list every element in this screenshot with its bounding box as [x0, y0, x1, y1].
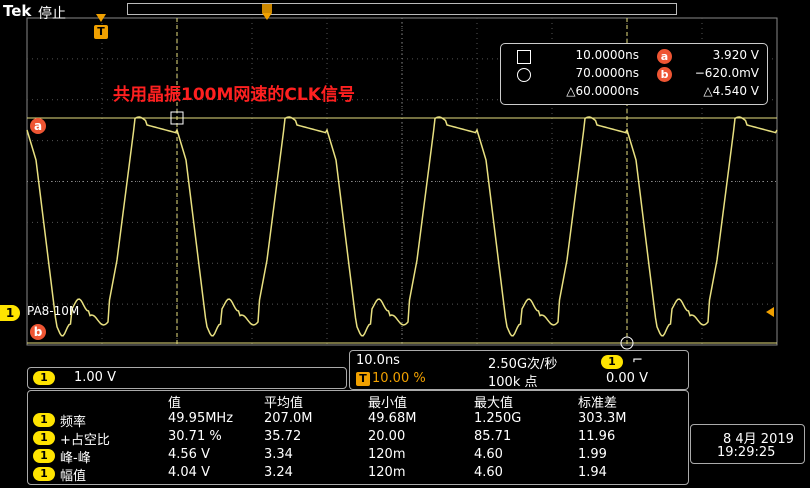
cursor-a-value: 3.920 V	[712, 48, 759, 62]
cursor-readout-panel: 10.0000ns a 3.920 V 70.0000ns b −620.0mV…	[500, 43, 768, 105]
trigger-position-arrow-icon	[262, 13, 272, 20]
trigger-source-badge: 1	[601, 355, 623, 369]
meas-header-min: 最小值	[368, 396, 408, 411]
meas-cell: 3.34	[264, 447, 293, 462]
time-value: 19:29:25	[717, 445, 776, 460]
meas-header-mean: 平均值	[264, 396, 304, 411]
meas-cell: 49.68M	[368, 411, 417, 426]
cursor-b-value: −620.0mV	[694, 66, 759, 80]
meas-cell: 1.94	[578, 465, 607, 480]
meas-cell: 11.96	[578, 429, 616, 444]
trigger-slope-icon: ⌐	[632, 353, 643, 368]
channel-1-ground-marker[interactable]: 1	[0, 305, 20, 321]
meas-cell: 1.99	[578, 447, 607, 462]
channel-1-badge: 1	[33, 371, 55, 385]
record-view-window[interactable]	[262, 4, 272, 13]
meas-row-ch-badge: 1	[33, 449, 55, 463]
screen-annotation: 共用晶振100M网速的CLK信号	[113, 85, 355, 105]
horizontal-trigger-panel[interactable]: 10.0ns 2.50G次/秒 1 ⌐ T 10.00 % 100k 点 0.0…	[349, 350, 689, 390]
cursor-b-badge: b	[657, 67, 672, 82]
trigger-level-value: 0.00 V	[606, 371, 648, 386]
meas-cell: 49.95MHz	[168, 411, 234, 426]
meas-cell: 30.71 %	[168, 429, 222, 444]
datetime-panel[interactable]: 8 4月 2019 19:29:25	[690, 424, 805, 464]
meas-cell: 207.0M	[264, 411, 313, 426]
cursor-a-time: 10.0000ns	[575, 48, 639, 62]
meas-row-name: 频率	[60, 415, 87, 430]
meas-cell: 4.04 V	[168, 465, 210, 480]
meas-cell: 303.3M	[578, 411, 627, 426]
cursor-delta-time: △60.0000ns	[566, 84, 639, 98]
trigger-arrow-icon	[96, 14, 106, 22]
trigger-marker-icon[interactable]: T	[94, 25, 108, 39]
channel-1-label: PA8-10M	[27, 304, 80, 318]
cursor-a-marker[interactable]: a	[30, 118, 46, 134]
square-icon	[517, 50, 531, 64]
meas-header-max: 最大值	[474, 396, 514, 411]
cursor-delta-value: △4.540 V	[703, 84, 759, 98]
trigger-level-arrow-icon[interactable]	[766, 307, 774, 317]
cursor-a-badge: a	[657, 49, 672, 64]
channel-1-scale: 1.00 V	[74, 370, 116, 385]
trigger-position-icon: T	[356, 372, 370, 386]
meas-cell: 4.56 V	[168, 447, 210, 462]
meas-row-name: 幅值	[60, 469, 87, 484]
meas-cell: 120m	[368, 447, 406, 462]
meas-cell: 3.24	[264, 465, 293, 480]
meas-row-ch-badge: 1	[33, 467, 55, 481]
meas-row-ch-badge: 1	[33, 431, 55, 445]
record-overview-bar	[127, 3, 677, 15]
timebase-value: 10.0ns	[356, 353, 400, 368]
meas-header-value: 值	[168, 396, 182, 411]
cursor-row-delta: △60.0000ns △4.540 V	[501, 84, 767, 101]
meas-cell: 35.72	[264, 429, 302, 444]
trigger-position-value: 10.00 %	[372, 371, 426, 386]
circle-icon	[517, 68, 531, 82]
cursor-b-marker[interactable]: b	[30, 324, 46, 340]
meas-row-name: 峰-峰	[60, 451, 91, 466]
meas-cell: 85.71	[474, 429, 512, 444]
measurements-panel: 值 平均值 最小值 最大值 标准差 1 频率 49.95MHz 207.0M 4…	[27, 390, 689, 485]
acquisition-state[interactable]: 停止	[38, 3, 66, 23]
meas-cell: 4.60	[474, 447, 503, 462]
meas-row-ch-badge: 1	[33, 413, 55, 427]
meas-cell: 120m	[368, 465, 406, 480]
cursor-row-a: 10.0000ns a 3.920 V	[501, 48, 767, 65]
meas-header-stddev: 标准差	[578, 396, 618, 411]
meas-cell: 1.250G	[474, 411, 522, 426]
sample-rate-value: 2.50G次/秒	[488, 357, 558, 372]
meas-cell: 4.60	[474, 465, 503, 480]
brand-logo: Tek	[3, 2, 32, 20]
cursor-b-time: 70.0000ns	[575, 66, 639, 80]
cursor-row-b: 70.0000ns b −620.0mV	[501, 66, 767, 83]
meas-cell: 20.00	[368, 429, 406, 444]
record-length-value: 100k 点	[488, 375, 538, 390]
channel-scale-panel[interactable]: 1 1.00 V	[27, 367, 347, 389]
meas-row-name: +占空比	[60, 433, 110, 448]
